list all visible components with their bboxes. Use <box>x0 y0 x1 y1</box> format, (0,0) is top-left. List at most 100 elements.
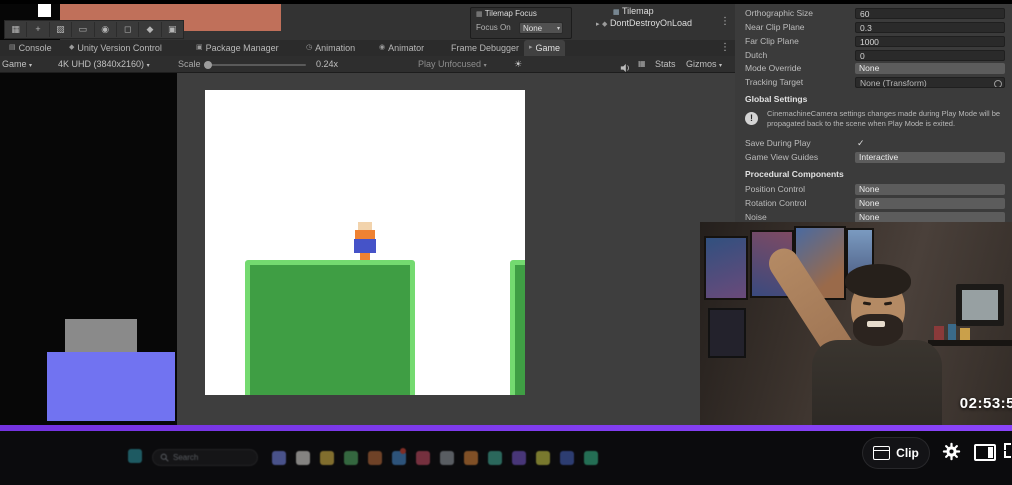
scale-label: Scale <box>178 59 201 69</box>
orthographic-size-label: Orthographic Size <box>745 8 814 18</box>
display-dropdown[interactable]: Game ▾ <box>2 56 32 72</box>
taskbar-app-icon[interactable] <box>488 451 502 465</box>
hierarchy-item-tilemap[interactable]: ▦ Tilemap <box>613 6 654 16</box>
taskbar-app-icon[interactable] <box>464 451 478 465</box>
scale-value: 0.24x <box>316 59 339 69</box>
character-hat <box>358 222 372 230</box>
inspector-row: Rotation Control None <box>735 197 1012 210</box>
fill-tool-icon[interactable]: ◆ <box>139 22 162 37</box>
game-view-guides-dropdown[interactable]: Interactive <box>855 152 1005 163</box>
taskbar-app-icon[interactable] <box>368 451 382 465</box>
game-blue-box <box>47 352 175 421</box>
orthographic-size-field[interactable]: 60 <box>855 8 1005 19</box>
chevron-down-icon: ▾ <box>556 26 560 32</box>
tab-unity-version-control[interactable]: ◆ Unity Version Control <box>64 40 167 56</box>
mode-override-dropdown[interactable]: None <box>855 63 1005 74</box>
taskbar-app-icon[interactable] <box>584 451 598 465</box>
gizmos-dropdown[interactable]: Gizmos ▾ <box>686 56 722 72</box>
scale-slider-handle[interactable] <box>204 61 212 69</box>
dutch-field[interactable]: 0 <box>855 50 1005 61</box>
stream-timestamp: 02:53:5 <box>959 395 1012 412</box>
box-fill-tool-icon[interactable]: ▭ <box>72 22 95 37</box>
tab-label: Package Manager <box>205 43 279 53</box>
player-character <box>354 222 376 260</box>
scale-slider-track[interactable] <box>204 64 306 66</box>
taskbar-app-icon[interactable] <box>344 451 358 465</box>
tab-frame-debugger[interactable]: Frame Debugger <box>446 40 524 56</box>
hierarchy-item-dontdestroyonload[interactable]: ▸ ◆ DontDestroyOnLoad <box>596 18 692 28</box>
shelf-figure <box>948 324 956 340</box>
webcam-video: 02:53:5 <box>700 222 1012 426</box>
tab-bar-kebab-icon[interactable]: ⋮ <box>720 42 730 53</box>
taskbar-app-icon[interactable] <box>512 451 526 465</box>
tab-game[interactable]: ▸ Game <box>524 40 566 56</box>
tab-console[interactable]: ▤ Console <box>4 40 57 56</box>
taskbar-search[interactable]: Search <box>152 449 258 466</box>
inspector-row: Position Control None <box>735 183 1012 196</box>
taskbar-app-icon[interactable] <box>536 451 550 465</box>
save-during-play-label: Save During Play <box>745 138 811 148</box>
tab-label: Console <box>18 43 52 53</box>
focus-on-dropdown[interactable]: None ▾ <box>519 22 563 34</box>
taskbar-app-icon[interactable] <box>416 451 430 465</box>
tab-animation[interactable]: ◷ Animation <box>301 40 360 56</box>
eraser-tool-icon[interactable]: ◻ <box>117 22 140 37</box>
theatre-mode-button[interactable] <box>974 444 996 461</box>
position-control-dropdown[interactable]: None <box>855 184 1005 195</box>
inspector-row: Save During Play ✓ <box>735 137 1012 150</box>
tab-package-manager[interactable]: ▣ Package Manager <box>191 40 284 56</box>
tab-label: Animator <box>388 43 425 53</box>
tracking-target-value: None (Transform) <box>860 78 927 88</box>
version-control-icon: ◆ <box>69 44 75 51</box>
far-clip-field[interactable]: 1000 <box>855 36 1005 47</box>
streamer-beard <box>853 314 903 346</box>
game-viewport <box>0 73 735 425</box>
wall-frame <box>708 308 746 358</box>
chevron-down-icon: ▾ <box>146 63 150 69</box>
kebab-menu-icon[interactable]: ⋮ <box>720 16 730 27</box>
stats-toggle[interactable]: Stats <box>655 56 676 72</box>
taskbar-app-icon[interactable] <box>296 451 310 465</box>
tab-animator[interactable]: ◉ Animator <box>374 40 429 56</box>
resolution-dropdown-label: 4K UHD (3840x2160) <box>58 59 145 69</box>
resolution-dropdown[interactable]: 4K UHD (3840x2160) ▾ <box>58 56 150 72</box>
rotation-control-label: Rotation Control <box>745 198 807 208</box>
inspector-row: Mode Override None <box>735 62 1012 75</box>
play-focus-dropdown[interactable]: Play Unfocused ▾ <box>418 56 487 72</box>
clip-button[interactable]: Clip <box>862 437 930 469</box>
taskbar-app-icon[interactable] <box>440 451 454 465</box>
color-swatch <box>38 4 51 17</box>
search-icon <box>160 453 169 462</box>
taskbar-app-icon[interactable] <box>320 451 334 465</box>
save-during-play-checkbox[interactable]: ✓ <box>857 137 865 150</box>
tracking-target-field[interactable]: None (Transform) <box>855 77 1005 88</box>
tab-label: Unity Version Control <box>77 43 162 53</box>
settings-button[interactable] <box>942 442 962 462</box>
taskbar-app-icon[interactable] <box>272 451 286 465</box>
rotate-tool-icon[interactable]: ▣ <box>162 22 183 37</box>
object-picker-icon[interactable] <box>994 80 1002 87</box>
near-clip-field[interactable]: 0.3 <box>855 22 1005 33</box>
picker-tool-icon[interactable]: ◉ <box>95 22 117 37</box>
game-view-toolbar: Game ▾ 4K UHD (3840x2160) ▾ Scale 0.24x … <box>0 56 735 73</box>
dutch-label: Dutch <box>745 50 768 60</box>
foldout-arrow-icon[interactable]: ▸ <box>596 21 600 28</box>
character-feet <box>360 253 370 260</box>
fullscreen-icon <box>1004 443 1011 450</box>
stats-grid-icon[interactable]: ▦ <box>638 56 646 72</box>
play-focus-label: Play Unfocused <box>418 59 482 69</box>
crt-tv-screen <box>962 290 998 320</box>
select-tool-icon[interactable]: ▦ <box>5 22 28 37</box>
taskbar-app-icon[interactable] <box>128 449 142 463</box>
move-tool-icon[interactable]: + <box>27 22 50 37</box>
console-icon: ▤ <box>9 44 16 51</box>
position-control-label: Position Control <box>745 184 806 194</box>
brightness-icon[interactable]: ☀ <box>514 56 522 72</box>
taskbar-app-icon[interactable] <box>560 451 574 465</box>
taskbar-icon-row <box>272 451 598 465</box>
game-view-guides-label: Game View Guides <box>745 152 819 162</box>
fullscreen-button[interactable] <box>1004 443 1012 458</box>
gizmos-label: Gizmos <box>686 59 717 69</box>
brush-tool-icon[interactable]: ▨ <box>50 22 73 37</box>
rotation-control-dropdown[interactable]: None <box>855 198 1005 209</box>
